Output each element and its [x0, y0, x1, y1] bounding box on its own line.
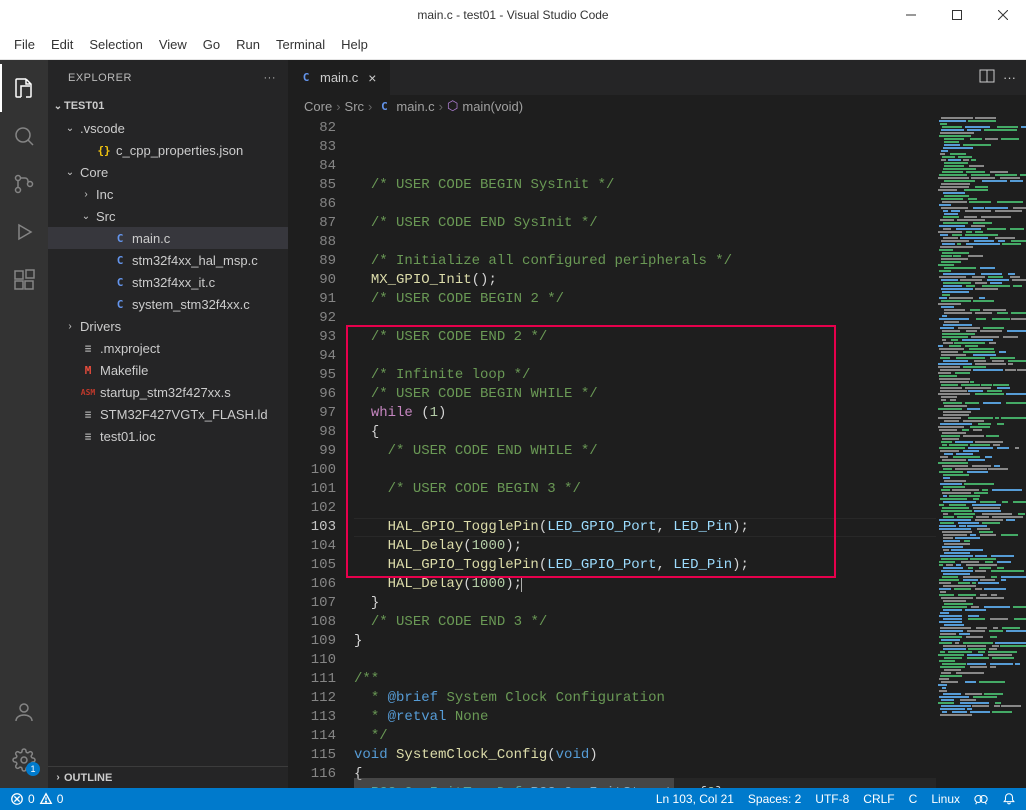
file-makefile[interactable]: MMakefile — [48, 359, 288, 381]
menu-terminal[interactable]: Terminal — [268, 30, 333, 59]
explorer-icon[interactable] — [0, 64, 48, 112]
status-position[interactable]: Ln 103, Col 21 — [656, 792, 734, 806]
folder-vscode[interactable]: ⌄.vscode — [48, 117, 288, 139]
sidebar: EXPLORER ··· ⌄TEST01 ⌄.vscode {}c_cpp_pr… — [48, 60, 288, 788]
search-icon[interactable] — [0, 112, 48, 160]
menu-run[interactable]: Run — [228, 30, 268, 59]
status-spaces[interactable]: Spaces: 2 — [748, 792, 801, 806]
file-main-c[interactable]: Cmain.c — [48, 227, 288, 249]
folder-src[interactable]: ⌄Src — [48, 205, 288, 227]
menu-selection[interactable]: Selection — [81, 30, 150, 59]
folder-inc[interactable]: ›Inc — [48, 183, 288, 205]
explorer-tree[interactable]: ⌄TEST01 ⌄.vscode {}c_cpp_properties.json… — [48, 95, 288, 766]
menu-go[interactable]: Go — [195, 30, 228, 59]
menu-edit[interactable]: Edit — [43, 30, 81, 59]
file-system[interactable]: Csystem_stm32f4xx.c — [48, 293, 288, 315]
run-debug-icon[interactable] — [0, 208, 48, 256]
tabs-bar: C main.c × ··· — [288, 60, 1026, 95]
file-mxproject[interactable]: ≡.mxproject — [48, 337, 288, 359]
window-title: main.c - test01 - Visual Studio Code — [417, 8, 608, 22]
file-startup[interactable]: ASMstartup_stm32f427xx.s — [48, 381, 288, 403]
tab-main-c[interactable]: C main.c × — [288, 60, 391, 95]
file-halmsp[interactable]: Cstm32f4xx_hal_msp.c — [48, 249, 288, 271]
status-encoding[interactable]: UTF-8 — [815, 792, 849, 806]
code-area[interactable]: /* USER CODE BEGIN SysInit */ /* USER CO… — [354, 117, 936, 788]
sidebar-title: EXPLORER — [68, 72, 132, 84]
titlebar: main.c - test01 - Visual Studio Code — [0, 0, 1026, 30]
source-control-icon[interactable] — [0, 160, 48, 208]
editor-group: C main.c × ··· Core› Src› Cmain.c› ⬡main… — [288, 60, 1026, 788]
project-header[interactable]: ⌄TEST01 — [48, 95, 288, 117]
c-file-icon: C — [298, 71, 314, 84]
extensions-icon[interactable] — [0, 256, 48, 304]
file-ioc[interactable]: ≡test01.ioc — [48, 425, 288, 447]
editor-body[interactable]: 8283848586878889909192939495969798991001… — [288, 117, 1026, 788]
tab-label: main.c — [320, 70, 358, 85]
status-os[interactable]: Linux — [931, 792, 960, 806]
statusbar: 0 0 Ln 103, Col 21 Spaces: 2 UTF-8 CRLF … — [0, 788, 1026, 810]
outline-section[interactable]: ›OUTLINE — [48, 766, 288, 788]
status-language[interactable]: C — [909, 792, 918, 806]
breadcrumb[interactable]: Core› Src› Cmain.c› ⬡main(void) — [288, 95, 1026, 117]
close-button[interactable] — [980, 0, 1026, 30]
menubar: File Edit Selection View Go Run Terminal… — [0, 30, 1026, 60]
file-cprops[interactable]: {}c_cpp_properties.json — [48, 139, 288, 161]
menu-view[interactable]: View — [151, 30, 195, 59]
maximize-button[interactable] — [934, 0, 980, 30]
menu-file[interactable]: File — [6, 30, 43, 59]
settings-gear-icon[interactable]: 1 — [0, 736, 48, 784]
file-flashld[interactable]: ≡STM32F427VGTx_FLASH.ld — [48, 403, 288, 425]
status-bell-icon[interactable] — [1002, 792, 1016, 806]
activity-bar: 1 — [0, 60, 48, 788]
horizontal-scrollbar[interactable] — [354, 778, 936, 788]
split-editor-icon[interactable] — [979, 68, 995, 87]
more-actions-icon[interactable]: ··· — [264, 72, 277, 84]
file-it[interactable]: Cstm32f4xx_it.c — [48, 271, 288, 293]
status-eol[interactable]: CRLF — [863, 792, 894, 806]
status-errors[interactable]: 0 0 — [10, 792, 63, 806]
menu-help[interactable]: Help — [333, 30, 376, 59]
accounts-icon[interactable] — [0, 688, 48, 736]
minimap[interactable] — [936, 117, 1026, 788]
status-feedback-icon[interactable] — [974, 792, 988, 806]
folder-core[interactable]: ⌄Core — [48, 161, 288, 183]
line-gutter: 8283848586878889909192939495969798991001… — [288, 117, 354, 788]
folder-drivers[interactable]: ›Drivers — [48, 315, 288, 337]
minimize-button[interactable] — [888, 0, 934, 30]
close-tab-icon[interactable]: × — [364, 70, 380, 86]
settings-badge: 1 — [26, 762, 40, 776]
editor-more-icon[interactable]: ··· — [1003, 70, 1016, 85]
